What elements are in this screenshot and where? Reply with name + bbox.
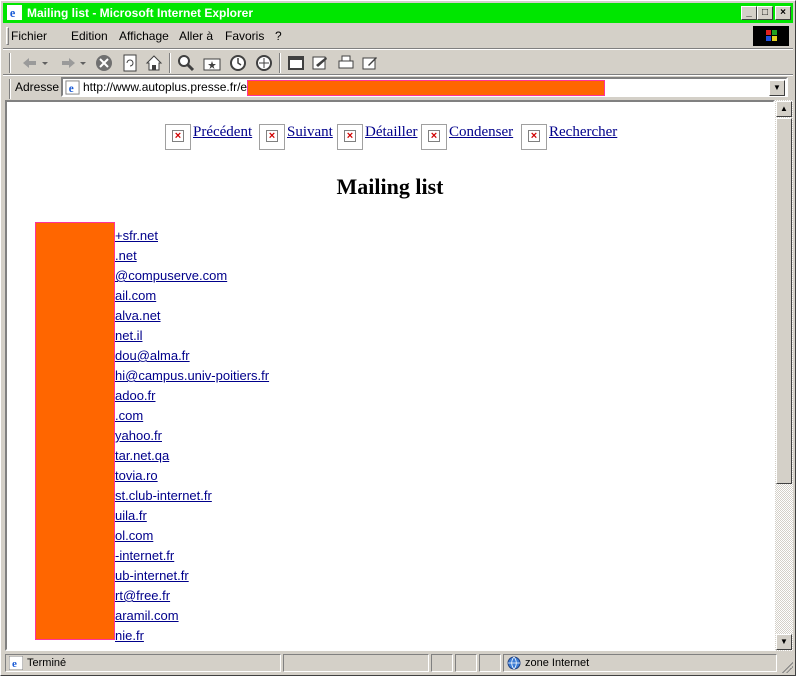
minimize-button[interactable]: _ [741,6,757,20]
status-pane [479,654,501,672]
back-arrow-icon[interactable] [21,54,39,72]
page-title: Mailing list [336,174,444,199]
home-icon[interactable] [145,54,163,72]
menu-help[interactable]: ? [275,29,282,43]
zone-text: zone Internet [525,657,590,669]
toolbar-separator [279,53,281,73]
edit-icon[interactable] [361,54,379,72]
broken-image-icon [337,124,363,150]
fullscreen-icon[interactable] [287,54,305,72]
mail-icon[interactable] [311,54,329,72]
broken-image-icon [165,124,191,150]
address-label: Adresse [15,80,60,94]
browser-window: e Mailing list - Microsoft Internet Expl… [0,0,796,676]
status-pane [431,654,453,672]
broken-image-icon [421,124,447,150]
refresh-icon[interactable] [121,54,139,72]
status-text-pane: e Terminé [5,654,281,672]
menu-aller-a[interactable]: Aller à [179,29,213,43]
close-button[interactable]: × [775,6,791,20]
svg-text:e: e [10,6,16,20]
vertical-scrollbar[interactable]: ▲ ▼ [775,100,793,651]
page-icon: e [65,80,80,95]
stop-icon[interactable] [95,54,113,72]
windows-logo-icon [753,26,789,46]
address-input[interactable]: e http://www.autoplus.presse.fr/ema ▼ [61,77,788,97]
forward-dropdown-icon[interactable] [79,54,87,72]
scroll-down-button[interactable]: ▼ [776,634,792,650]
title-bar[interactable]: e Mailing list - Microsoft Internet Expl… [3,3,793,23]
print-icon[interactable] [337,54,355,72]
channels-icon[interactable] [255,54,273,72]
menu-favoris[interactable]: Favoris [225,29,264,43]
toolbar-grip[interactable] [9,53,11,73]
address-grip[interactable] [9,79,11,99]
maximize-button[interactable]: □ [757,6,773,20]
address-dropdown-button[interactable]: ▼ [769,80,785,96]
address-url: http://www.autoplus.presse.fr/ema [83,80,264,94]
scroll-up-button[interactable]: ▲ [776,101,792,117]
scroll-thumb[interactable] [776,118,792,484]
redacted-url-block [247,80,605,96]
zone-pane: zone Internet [503,654,777,672]
broken-image-icon [521,124,547,150]
menu-edition[interactable]: Edition [71,29,108,43]
globe-icon [507,656,521,670]
status-pane [455,654,477,672]
menu-grip[interactable] [6,27,9,45]
favorites-icon[interactable] [203,54,221,72]
status-bar: e Terminé zone Internet [3,653,793,673]
page-done-icon: e [8,655,24,671]
menu-affichage[interactable]: Affichage [119,29,169,43]
menu-bar: Fichier Edition Affichage Aller à Favori… [3,25,793,47]
svg-text:e: e [12,658,17,670]
status-pane [283,654,429,672]
address-bar: Adresse e http://www.autoplus.presse.fr/… [3,74,793,99]
menu-fichier[interactable]: Fichier [11,29,47,43]
forward-arrow-icon[interactable] [59,54,77,72]
search-icon[interactable] [177,54,195,72]
svg-text:e: e [69,83,74,95]
broken-image-icon [259,124,285,150]
redacted-names-block [35,222,115,640]
history-icon[interactable] [229,54,247,72]
window-title: Mailing list - Microsoft Internet Explor… [27,6,254,20]
ie-icon[interactable]: e [7,5,22,20]
page-content: Précédent Suivant Détailler Condenser Re… [5,100,775,651]
standard-toolbar [3,48,793,75]
resize-grip-icon[interactable] [779,659,793,673]
toolbar-separator [169,53,171,73]
back-dropdown-icon[interactable] [41,54,49,72]
status-text: Terminé [27,657,67,669]
